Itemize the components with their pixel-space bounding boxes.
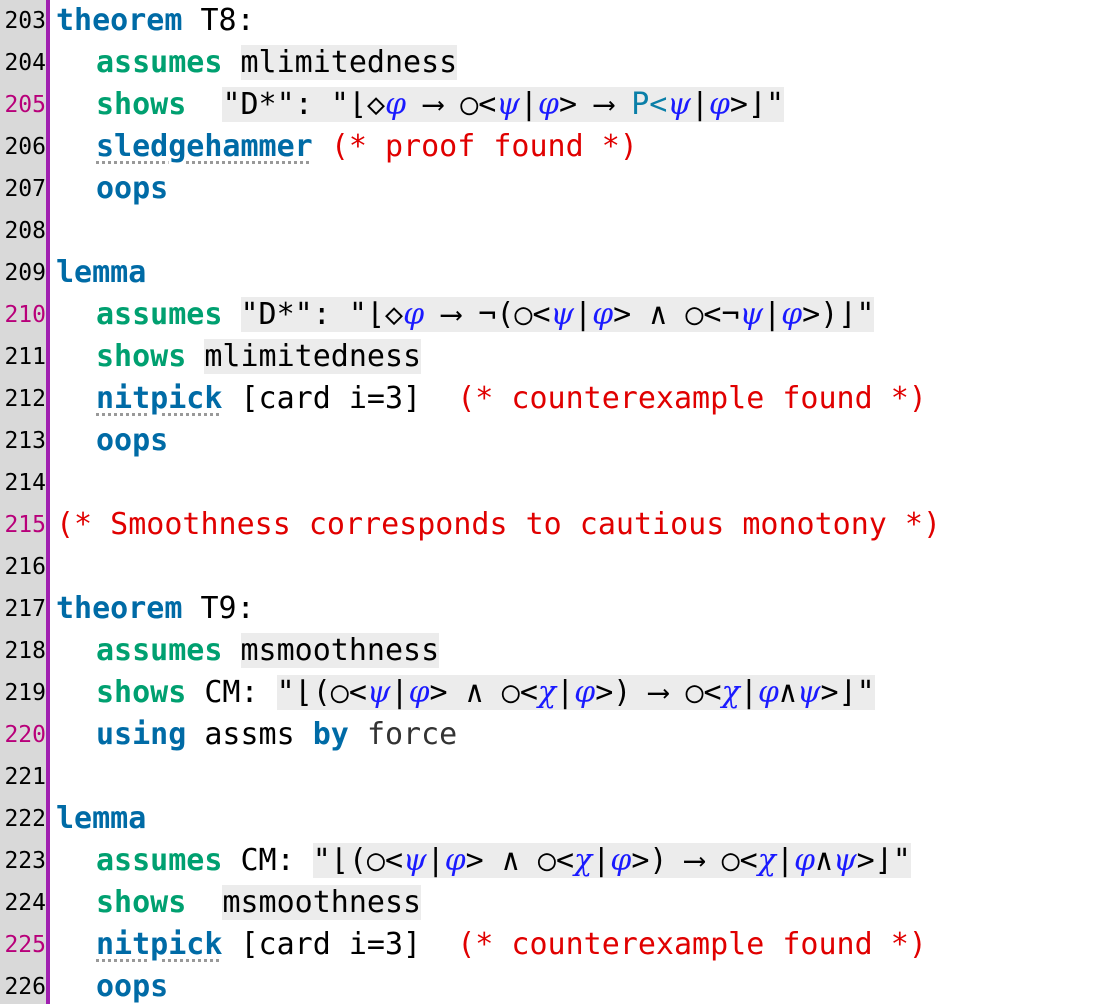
comment: (* counterexample found *)	[457, 927, 927, 962]
line-number: 215	[4, 512, 46, 538]
line-number: 206	[4, 134, 46, 160]
code-line-219[interactable]: shows CM: "⌊(○<ψ|φ> ∧ ○<χ|φ>) ⟶ ○<χ|φ∧ψ>…	[56, 672, 875, 714]
code-line-207[interactable]: oops	[56, 168, 168, 210]
keyword-assumes: assumes	[96, 843, 223, 878]
line-number: 210	[4, 302, 46, 328]
code-line-220[interactable]: using assms by force	[56, 714, 457, 756]
proof-method: force	[366, 717, 458, 752]
formula: "D*": "⌊◇φ ⟶ ¬(○<ψ|φ> ∧ ○<¬ψ|φ>)⌋"	[240, 297, 875, 332]
line-number: 221	[4, 764, 46, 790]
line-number: 217	[4, 596, 46, 622]
line-number-gutter: 203 204 205 206 207 208 209 210 211 212 …	[0, 0, 46, 1004]
code-line-203[interactable]: theorem T8:	[56, 0, 255, 42]
line-number: 203	[4, 8, 46, 34]
nitpick-options: [card i=3]	[240, 927, 422, 962]
comment: (* proof found *)	[330, 129, 638, 164]
keyword-shows: shows	[96, 885, 187, 920]
keyword-lemma: lemma	[56, 255, 147, 290]
keyword-oops: oops	[96, 969, 169, 1004]
code-line-209[interactable]: lemma	[56, 252, 146, 294]
fact-name: mlimitedness	[240, 45, 458, 80]
code-line-217[interactable]: theorem T9:	[56, 588, 255, 630]
line-number: 218	[4, 638, 46, 664]
code-line-218[interactable]: assumes msmoothness	[56, 630, 440, 672]
line-number: 219	[4, 680, 46, 706]
line-number: 214	[4, 470, 46, 496]
line-number: 222	[4, 806, 46, 832]
gutter-status-bar	[46, 0, 50, 1004]
keyword-by: by	[312, 717, 349, 752]
fact-name: msmoothness	[240, 633, 440, 668]
fact-label: CM:	[204, 675, 259, 710]
keyword-assumes: assumes	[96, 45, 223, 80]
line-number: 205	[4, 92, 46, 118]
comment: (* counterexample found *)	[457, 381, 927, 416]
fact-name: msmoothness	[222, 885, 422, 920]
section-comment: (* Smoothness corresponds to cautious mo…	[56, 507, 942, 542]
line-number: 213	[4, 428, 46, 454]
line-number: 224	[4, 890, 46, 916]
nitpick-command[interactable]: nitpick	[96, 381, 222, 416]
theorem-name: T9:	[182, 591, 255, 626]
keyword-shows: shows	[96, 87, 187, 122]
sledgehammer-command[interactable]: sledgehammer	[96, 129, 313, 164]
keyword-theorem: theorem	[56, 591, 183, 626]
fact-ref: assms	[204, 717, 295, 752]
line-number: 207	[4, 176, 46, 202]
nitpick-command[interactable]: nitpick	[96, 927, 222, 962]
keyword-shows: shows	[96, 675, 187, 710]
keyword-lemma: lemma	[56, 801, 147, 836]
formula: "⌊(○<ψ|φ> ∧ ○<χ|φ>) ⟶ ○<χ|φ∧ψ>⌋"	[276, 675, 875, 710]
keyword-oops: oops	[96, 171, 169, 206]
code-line-206[interactable]: sledgehammer (* proof found *)	[56, 126, 638, 168]
nitpick-options: [card i=3]	[240, 381, 422, 416]
line-number: 208	[4, 218, 46, 244]
line-number: 204	[4, 50, 46, 76]
code-line-205[interactable]: shows "D*": "⌊◇φ ⟶ ○<ψ|φ> ⟶ P<ψ|φ>⌋"	[56, 84, 785, 126]
line-number: 216	[4, 554, 46, 580]
line-number: 225	[4, 932, 46, 958]
theory-editor[interactable]: 203 204 205 206 207 208 209 210 211 212 …	[0, 0, 1099, 1004]
code-line-211[interactable]: shows mlimitedness	[56, 336, 422, 378]
code-line-222[interactable]: lemma	[56, 798, 146, 840]
line-number: 223	[4, 848, 46, 874]
line-number: 211	[4, 344, 46, 370]
keyword-oops: oops	[96, 423, 169, 458]
code-line-213[interactable]: oops	[56, 420, 168, 462]
code-line-210[interactable]: assumes "D*": "⌊◇φ ⟶ ¬(○<ψ|φ> ∧ ○<¬ψ|φ>)…	[56, 294, 875, 336]
code-line-226[interactable]: oops	[56, 966, 168, 1008]
fact-label: CM:	[240, 843, 295, 878]
keyword-assumes: assumes	[96, 633, 223, 668]
code-line-223[interactable]: assumes CM: "⌊(○<ψ|φ> ∧ ○<χ|φ>) ⟶ ○<χ|φ∧…	[56, 840, 911, 882]
line-number: 220	[4, 722, 46, 748]
code-line-212[interactable]: nitpick [card i=3] (* counterexample fou…	[56, 378, 927, 420]
keyword-assumes: assumes	[96, 297, 223, 332]
keyword-theorem: theorem	[56, 3, 183, 38]
code-line-225[interactable]: nitpick [card i=3] (* counterexample fou…	[56, 924, 927, 966]
line-number: 226	[4, 974, 46, 1000]
keyword-using: using	[96, 717, 187, 752]
line-number: 209	[4, 260, 46, 286]
fact-name: mlimitedness	[204, 339, 422, 374]
line-number: 212	[4, 386, 46, 412]
code-line-215[interactable]: (* Smoothness corresponds to cautious mo…	[56, 504, 941, 546]
code-line-204[interactable]: assumes mlimitedness	[56, 42, 458, 84]
keyword-shows: shows	[96, 339, 187, 374]
formula: "⌊(○<ψ|φ> ∧ ○<χ|φ>) ⟶ ○<χ|φ∧ψ>⌋"	[312, 843, 911, 878]
code-line-224[interactable]: shows msmoothness	[56, 882, 422, 924]
formula: "D*": "⌊◇φ ⟶ ○<ψ|φ> ⟶ P<ψ|φ>⌋"	[222, 87, 785, 122]
theorem-name: T8:	[182, 3, 255, 38]
